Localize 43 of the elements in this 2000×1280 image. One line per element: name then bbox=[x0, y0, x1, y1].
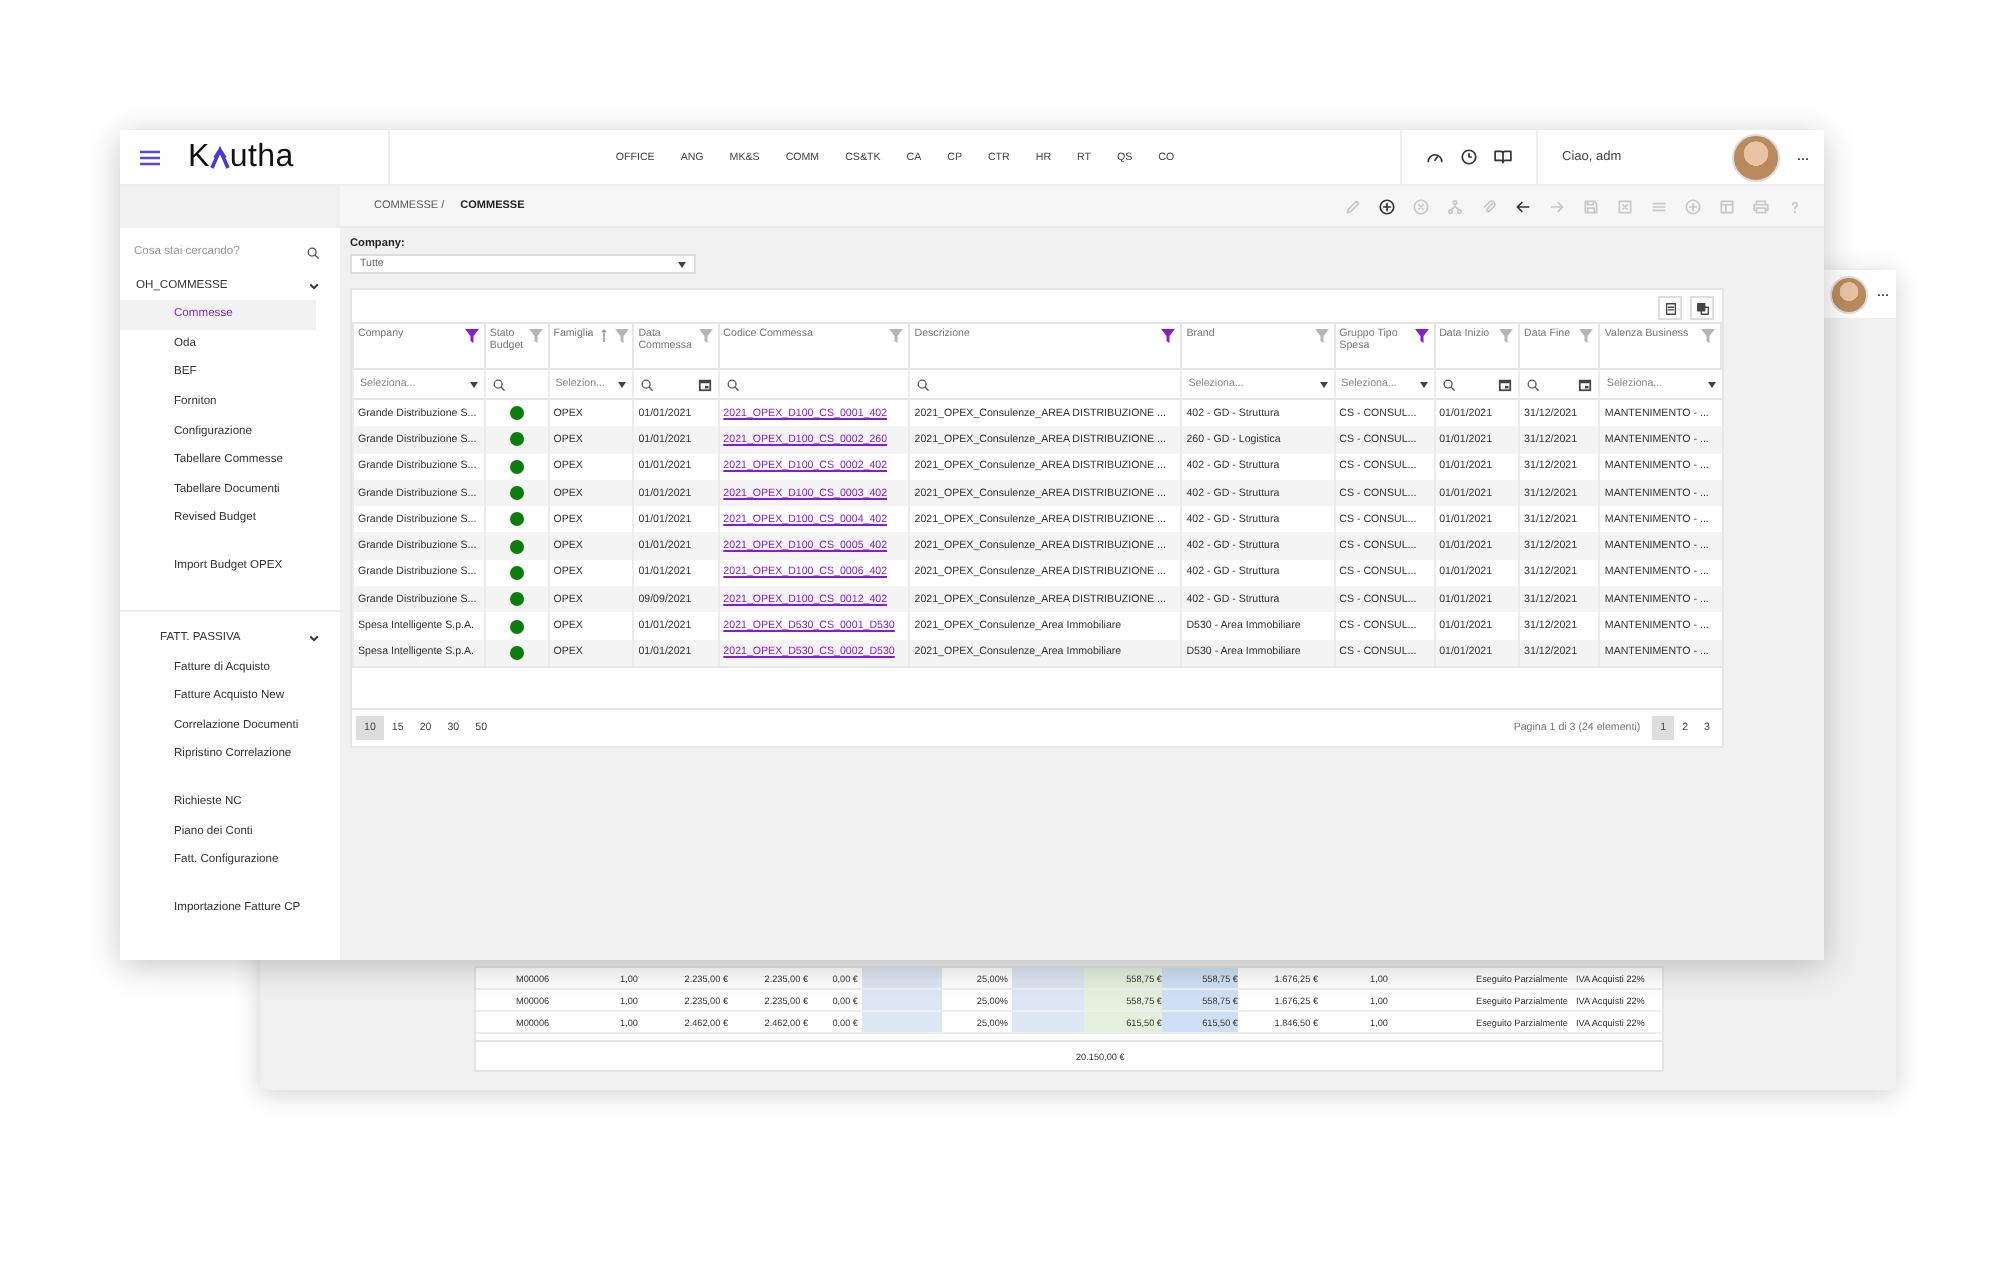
search-icon bbox=[916, 377, 931, 391]
shaded-cell bbox=[862, 990, 942, 1010]
filter-icon[interactable] bbox=[1160, 328, 1177, 344]
caret-icon bbox=[1707, 381, 1715, 387]
chevron-down-icon[interactable] bbox=[308, 632, 320, 645]
avatar[interactable] bbox=[1830, 275, 1868, 313]
caret-icon bbox=[1419, 381, 1428, 387]
copy-icon bbox=[1695, 301, 1709, 315]
shaded-cell bbox=[1012, 1012, 1084, 1032]
calendar-icon[interactable] bbox=[1498, 377, 1513, 391]
more-menu[interactable]: ··· bbox=[1796, 147, 1808, 167]
copy-button[interactable] bbox=[1690, 296, 1714, 320]
menu-icon[interactable] bbox=[140, 149, 160, 165]
caret-icon bbox=[469, 381, 478, 387]
search-icon bbox=[640, 377, 655, 391]
logo-text: utha bbox=[229, 139, 294, 175]
avatar[interactable] bbox=[1732, 133, 1780, 181]
arrow-up-icon bbox=[209, 145, 230, 169]
calendar-icon[interactable] bbox=[697, 377, 712, 391]
arrow-left-icon[interactable] bbox=[1514, 197, 1532, 215]
shaded-cell bbox=[1012, 990, 1084, 1010]
shaded-cell bbox=[1012, 968, 1084, 988]
caret-icon bbox=[1319, 381, 1328, 387]
filter-icon[interactable] bbox=[1413, 328, 1430, 344]
clock-icon[interactable] bbox=[1460, 148, 1478, 166]
chevron-down-icon[interactable] bbox=[308, 280, 320, 292]
search-icon bbox=[491, 377, 506, 391]
add-icon[interactable] bbox=[1378, 197, 1396, 215]
calendar-icon[interactable] bbox=[1578, 377, 1593, 391]
more-menu[interactable]: ··· bbox=[1876, 284, 1888, 304]
shaded-cell bbox=[862, 1012, 942, 1032]
search-icon bbox=[1526, 377, 1541, 391]
filter-icon[interactable] bbox=[463, 328, 480, 344]
shaded-cell bbox=[862, 968, 942, 988]
gauge-icon[interactable] bbox=[1426, 148, 1444, 166]
book-icon[interactable] bbox=[1494, 148, 1512, 166]
search-icon bbox=[306, 245, 320, 259]
caret-icon bbox=[618, 381, 627, 387]
search-icon bbox=[1441, 377, 1456, 391]
document-icon bbox=[1663, 301, 1677, 315]
search-icon bbox=[725, 377, 740, 391]
export-button[interactable] bbox=[1658, 296, 1682, 320]
logo-text: K bbox=[188, 139, 210, 175]
